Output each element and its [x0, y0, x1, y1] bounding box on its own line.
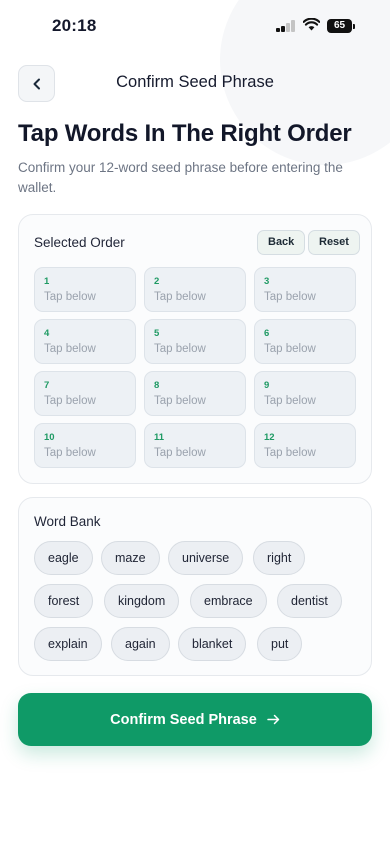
- word-slot[interactable]: 1 Tap below: [34, 267, 136, 312]
- word-slot[interactable]: 3 Tap below: [254, 267, 356, 312]
- word-chip[interactable]: explain: [34, 627, 102, 661]
- slot-number: 8: [154, 380, 160, 391]
- screen: 20:18 65 Confirm Seed Phrase Tap Words I…: [0, 0, 390, 845]
- slot-placeholder: Tap below: [264, 447, 316, 459]
- slot-placeholder: Tap below: [44, 395, 96, 407]
- slot-number: 4: [44, 328, 50, 339]
- slot-number: 6: [264, 328, 270, 339]
- word-bank-title: Word Bank: [34, 514, 101, 529]
- page-title: Confirm Seed Phrase: [116, 73, 274, 91]
- slot-placeholder: Tap below: [154, 291, 206, 303]
- status-bar: 20:18 65: [0, 0, 390, 50]
- selected-order-card: Selected Order Back Reset 1 Tap below 2 Ta…: [18, 214, 372, 484]
- slot-placeholder: Tap below: [154, 343, 206, 355]
- back-order-button[interactable]: Back: [257, 230, 306, 255]
- word-chip[interactable]: universe: [168, 541, 244, 575]
- slot-placeholder: Tap below: [44, 291, 96, 303]
- word-slot[interactable]: 10 Tap below: [34, 423, 136, 468]
- reset-button[interactable]: Reset: [308, 230, 360, 255]
- word-slot[interactable]: 11 Tap below: [144, 423, 246, 468]
- slot-placeholder: Tap below: [44, 447, 96, 459]
- confirm-button-label: Confirm Seed Phrase: [110, 711, 257, 728]
- cellular-signal-icon: [276, 20, 296, 32]
- slot-placeholder: Tap below: [154, 395, 206, 407]
- slot-number: 3: [264, 276, 270, 287]
- word-slot[interactable]: 6 Tap below: [254, 319, 356, 364]
- word-chip[interactable]: kingdom: [104, 584, 180, 618]
- selected-order-title: Selected Order: [34, 235, 125, 250]
- slot-number: 5: [154, 328, 160, 339]
- word-slot[interactable]: 8 Tap below: [144, 371, 246, 416]
- slot-placeholder: Tap below: [264, 395, 316, 407]
- word-chip[interactable]: put: [257, 627, 303, 661]
- slot-number: 10: [44, 432, 55, 443]
- word-chip[interactable]: embrace: [190, 584, 267, 618]
- slot-number: 1: [44, 276, 50, 287]
- word-slot[interactable]: 4 Tap below: [34, 319, 136, 364]
- word-slot[interactable]: 5 Tap below: [144, 319, 246, 364]
- slot-number: 9: [264, 380, 270, 391]
- slot-number: 7: [44, 380, 50, 391]
- slot-placeholder: Tap below: [44, 343, 96, 355]
- slot-number: 2: [154, 276, 160, 287]
- word-chip[interactable]: right: [253, 541, 306, 575]
- slot-placeholder: Tap below: [264, 343, 316, 355]
- subtitle: Confirm your 12-word seed phrase before …: [18, 160, 343, 195]
- word-slot[interactable]: 7 Tap below: [34, 371, 136, 416]
- main-heading: Tap Words In The Right Order: [18, 120, 352, 147]
- arrow-right-icon: [267, 714, 280, 725]
- word-chip[interactable]: dentist: [277, 584, 342, 618]
- word-chip[interactable]: maze: [101, 541, 160, 575]
- slot-number: 12: [264, 432, 275, 443]
- status-time: 20:18: [52, 16, 97, 35]
- word-chip[interactable]: again: [111, 627, 170, 661]
- word-chip[interactable]: eagle: [34, 541, 93, 575]
- word-bank-card: Word Bank eagle maze universe right fore…: [18, 497, 372, 676]
- word-chip[interactable]: forest: [34, 584, 94, 618]
- word-slot[interactable]: 2 Tap below: [144, 267, 246, 312]
- slot-placeholder: Tap below: [154, 447, 206, 459]
- slot-number: 11: [154, 432, 165, 443]
- wifi-icon: [303, 18, 320, 31]
- battery-indicator: 65: [327, 19, 355, 33]
- word-slot[interactable]: 12 Tap below: [254, 423, 356, 468]
- slot-placeholder: Tap below: [264, 291, 316, 303]
- word-chip[interactable]: blanket: [178, 627, 247, 661]
- confirm-seed-phrase-button[interactable]: Confirm Seed Phrase: [18, 693, 372, 746]
- word-slot[interactable]: 9 Tap below: [254, 371, 356, 416]
